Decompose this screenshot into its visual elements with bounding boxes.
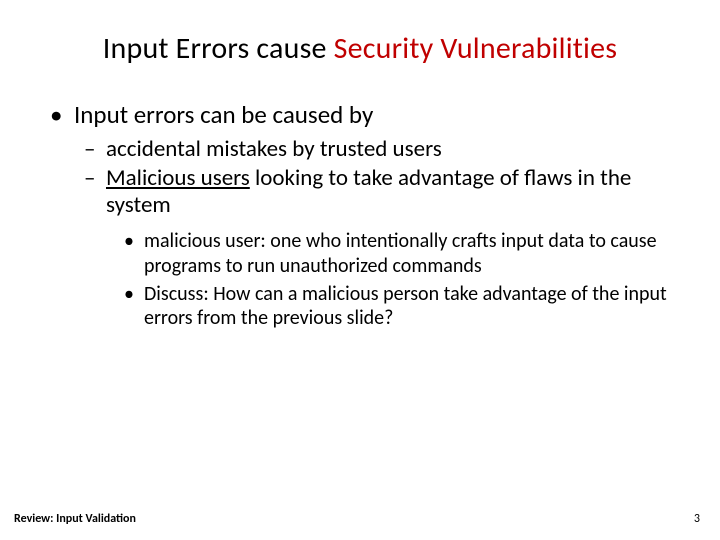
slide: Input Errors cause Security Vulnerabilit… (0, 0, 720, 540)
list-item: Malicious users looking to take advantag… (84, 165, 680, 331)
subsub1-text: malicious user: one who intentionally cr… (144, 229, 657, 277)
subsub2-text: Discuss: How can a malicious person take… (144, 282, 667, 330)
bullet-list-level2: accidental mistakes by trusted users Mal… (84, 136, 680, 331)
list-item: malicious user: one who intentionally cr… (124, 229, 680, 278)
list-item: Discuss: How can a malicious person take… (124, 282, 680, 331)
sub2-underlined: Malicious users (106, 164, 250, 192)
page-number: 3 (694, 512, 700, 526)
title-prefix: Input Errors cause (103, 30, 334, 67)
bullet-list-level3: malicious user: one who intentionally cr… (124, 229, 680, 331)
footer-left: Review: Input Validation (14, 512, 136, 526)
title-highlight: Security Vulnerabilities (334, 30, 618, 67)
list-item: Input errors can be caused by accidental… (48, 101, 680, 331)
list-item: accidental mistakes by trusted users (84, 136, 680, 163)
slide-title: Input Errors cause Security Vulnerabilit… (40, 30, 680, 67)
bullet1-text: Input errors can be caused by (74, 99, 373, 130)
slide-body: Input errors can be caused by accidental… (40, 101, 680, 331)
bullet-list-level1: Input errors can be caused by accidental… (48, 101, 680, 331)
sub1-text: accidental mistakes by trusted users (106, 135, 442, 163)
